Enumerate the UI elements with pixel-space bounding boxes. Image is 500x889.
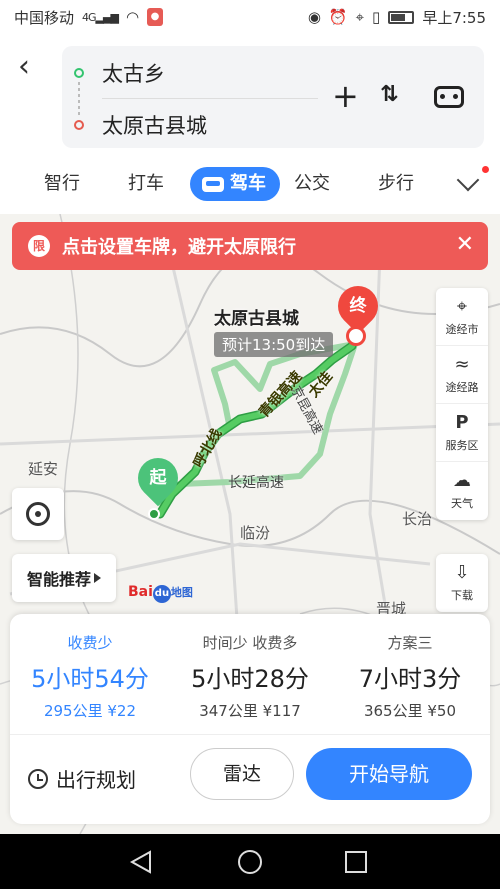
eye-icon: ◉ <box>307 8 321 26</box>
restriction-icon: 限 <box>28 235 50 257</box>
plan-option-2[interactable]: 时间少 收费多 5小时28分 347公里 ¥117 <box>170 632 330 721</box>
eta-badge: 预计13:50到达 <box>214 332 334 357</box>
alert-message: 点击设置车牌，避开太原限行 <box>62 237 296 258</box>
tab-walk[interactable]: 步行 <box>378 167 414 201</box>
origin-dot-icon <box>74 68 84 78</box>
swap-icon[interactable]: ⇅ <box>380 82 398 107</box>
travel-mode-tabs: 智行 打车 驾车 公交 步行 <box>0 162 500 204</box>
nav-recents-icon[interactable] <box>345 851 367 873</box>
status-bar: 中国移动 4G▂▄▆ ◠ ● ◉ ⏰ ⌖ ▯ 早上7:55 <box>0 0 500 34</box>
plan-tag: 收费少 <box>67 634 113 652</box>
vibrate-icon: ▯ <box>372 8 381 26</box>
trip-plan-label: 出行规划 <box>56 768 136 792</box>
tool-weather[interactable]: ☁ 天气 <box>436 462 488 520</box>
download-label: 下载 <box>451 589 473 602</box>
tool-label: 服务区 <box>445 438 479 452</box>
add-waypoint-icon[interactable]: + <box>332 80 359 112</box>
end-marker-ring <box>346 326 366 346</box>
car-icon <box>202 176 224 192</box>
start-navigation-button[interactable]: 开始导航 <box>306 748 472 800</box>
map-tools-panel: ⌖ 途经市 ≈ 途经路 P 服务区 ☁ 天气 <box>436 288 488 520</box>
cloud-icon: ☁ <box>453 470 471 491</box>
route-input-box: 太古乡 太原古县城 + ⇅ <box>62 46 484 148</box>
start-pin-label: 起 <box>149 468 167 488</box>
map-destination-label: 太原古县城 <box>214 309 299 329</box>
plan-duration: 5小时54分 <box>31 665 149 693</box>
location-icon: ⌖ <box>355 8 365 26</box>
tool-label: 途经市 <box>445 322 479 336</box>
car-settings-icon[interactable] <box>434 86 464 108</box>
route-plans-card: 收费少 5小时54分 295公里 ¥22 时间少 收费多 5小时28分 347公… <box>10 614 490 824</box>
plan-tag: 方案三 <box>387 634 433 652</box>
tab-drive-label: 驾车 <box>230 173 266 194</box>
trip-plan-button[interactable]: 出行规划 <box>28 764 136 793</box>
parking-icon: P <box>455 411 469 433</box>
tab-drive[interactable]: 驾车 <box>190 167 280 201</box>
tab-smart[interactable]: 智行 <box>44 167 80 201</box>
card-divider <box>10 734 490 735</box>
locate-icon <box>26 502 50 526</box>
start-pin-icon[interactable]: 起 <box>129 449 187 507</box>
plan-info: 347公里 ¥117 <box>199 702 301 720</box>
signal-icon: 4G▂▄▆ <box>82 10 119 24</box>
carrier-label: 中国移动 <box>14 8 75 27</box>
route-connector <box>78 82 80 116</box>
plate-alert-banner[interactable]: 限 点击设置车牌，避开太原限行 ✕ <box>12 222 488 270</box>
baidu-logo: Bai du 地图 <box>128 584 193 603</box>
download-icon: ⇩ <box>454 562 470 583</box>
plan-duration: 7小时3分 <box>358 665 462 693</box>
field-divider <box>102 98 318 99</box>
tool-via-road[interactable]: ≈ 途经路 <box>436 346 488 404</box>
destination-field[interactable]: 太原古县城 <box>102 110 207 140</box>
nav-home-icon[interactable] <box>238 850 262 874</box>
notification-dot <box>482 166 489 173</box>
locate-button[interactable] <box>12 488 64 540</box>
download-button[interactable]: ⇩ 下载 <box>436 554 488 612</box>
clock-label: 早上7:55 <box>422 8 486 27</box>
road-label: 长延高速 <box>228 475 284 491</box>
end-pin-label: 终 <box>349 296 367 316</box>
tool-label: 天气 <box>451 497 473 510</box>
plan-option-1[interactable]: 收费少 5小时54分 295公里 ¥22 <box>10 632 170 721</box>
alarm-icon: ⏰ <box>328 8 348 26</box>
clock-icon <box>28 768 48 789</box>
tool-label: 途经路 <box>445 380 479 394</box>
plan-option-3[interactable]: 方案三 7小时3分 365公里 ¥50 <box>330 632 490 721</box>
system-nav-bar <box>0 834 500 889</box>
close-icon[interactable]: ✕ <box>456 232 474 257</box>
plan-info: 295公里 ¥22 <box>43 702 137 720</box>
plan-duration: 5小时28分 <box>191 665 309 693</box>
nav-glyphs <box>129 850 367 874</box>
nav-back-icon[interactable] <box>129 850 151 874</box>
plan-info: 365公里 ¥50 <box>363 702 457 720</box>
smart-recommend-label: 智能推荐 <box>26 570 91 589</box>
plan-tag: 时间少 收费多 <box>202 634 298 652</box>
destination-dot-icon <box>74 120 84 130</box>
route-icon: ≈ <box>454 353 470 375</box>
chevron-down-icon[interactable] <box>456 168 480 192</box>
map-place-label: 长治 <box>402 510 433 528</box>
radar-button[interactable]: 雷达 <box>190 748 294 800</box>
battery-icon <box>388 10 415 24</box>
play-triangle-icon <box>94 573 101 583</box>
mic-icon: ● <box>147 8 164 26</box>
map-place-label: 临汾 <box>240 524 271 542</box>
tab-taxi[interactable]: 打车 <box>128 167 164 201</box>
tool-service-area[interactable]: P 服务区 <box>436 404 488 462</box>
map-place-label: 延安 <box>28 460 59 478</box>
tab-transit[interactable]: 公交 <box>294 167 330 201</box>
route-header: ‹ 太古乡 太原古县城 + ⇅ 智行 打车 驾车 公交 步行 <box>0 34 500 214</box>
tool-via-city[interactable]: ⌖ 途经市 <box>436 288 488 346</box>
smart-recommend-button[interactable]: 智能推荐 <box>12 554 116 602</box>
back-arrow-icon[interactable]: ‹ <box>18 52 30 82</box>
origin-field[interactable]: 太古乡 <box>102 58 165 88</box>
wifi-icon: ◠ <box>125 8 140 26</box>
map-pin-icon: ⌖ <box>456 295 468 317</box>
